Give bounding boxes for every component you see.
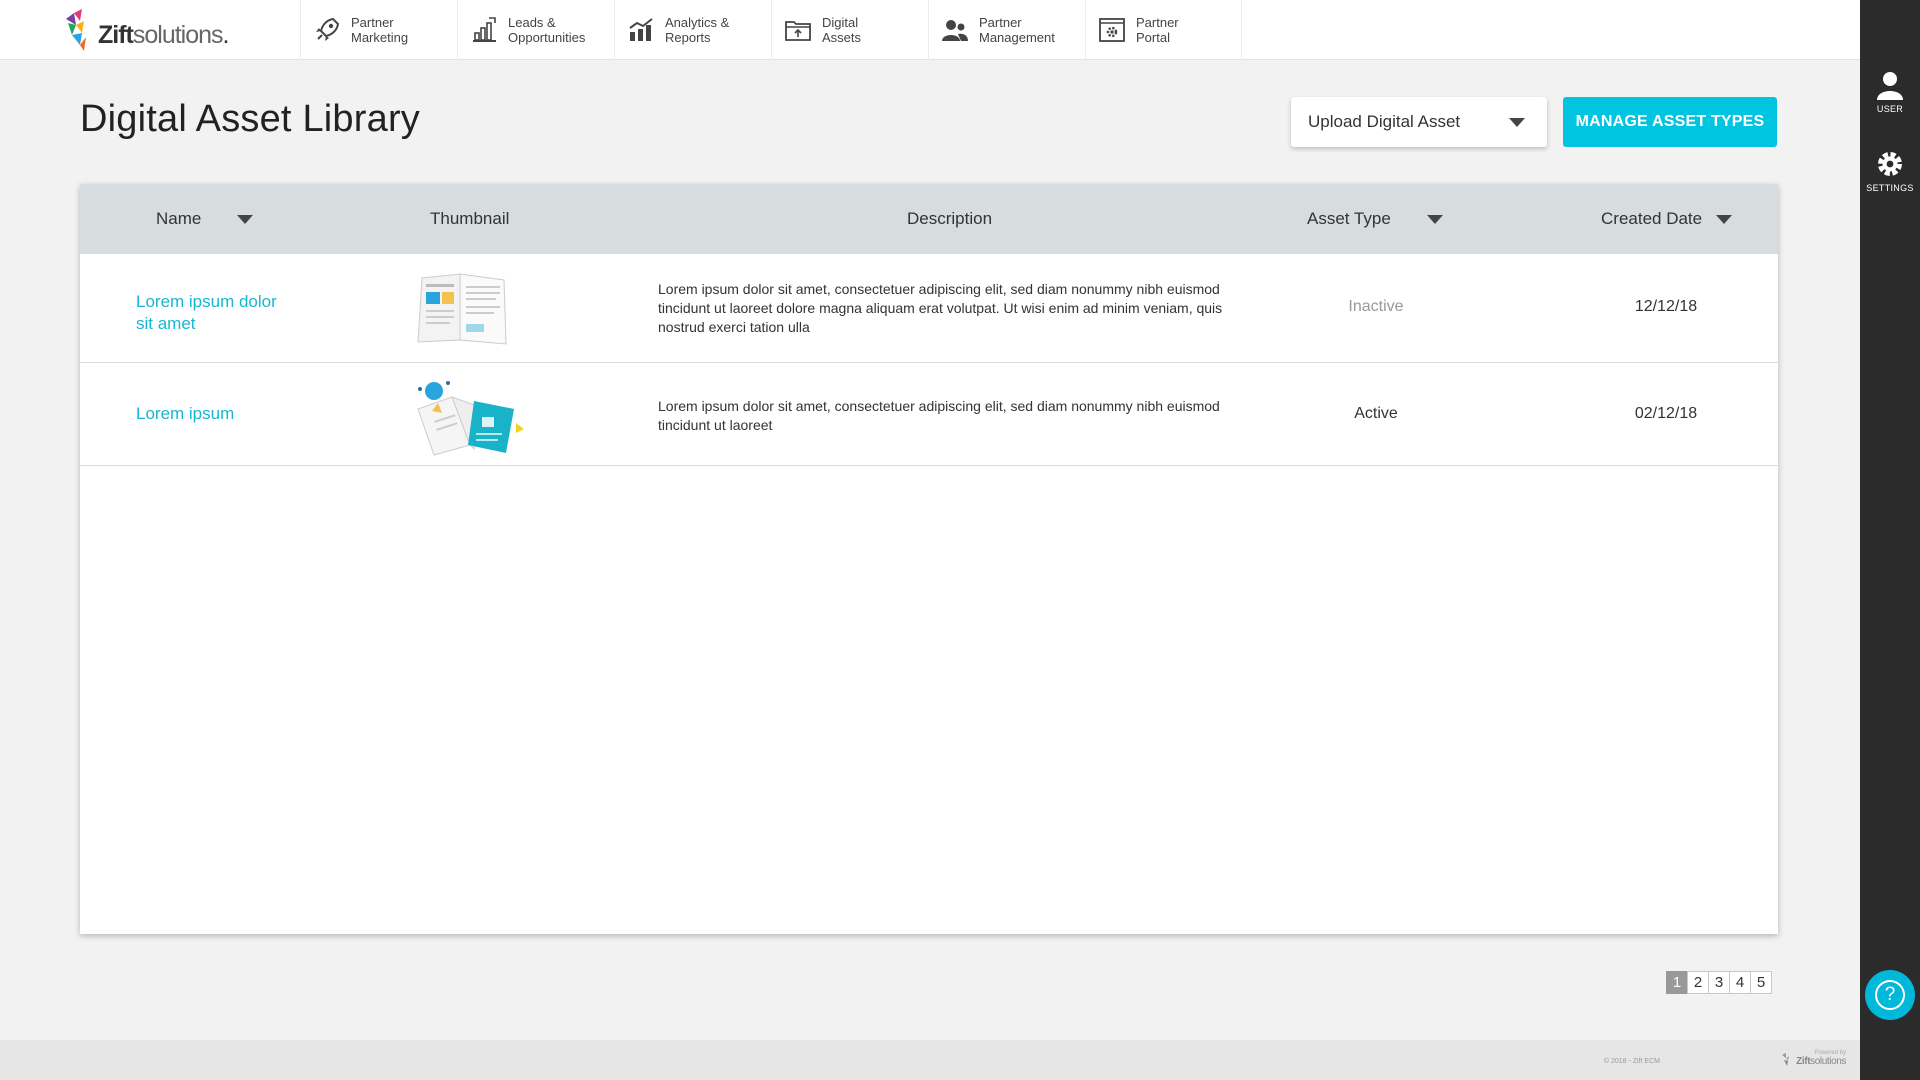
column-header-asset-type[interactable]: Asset Type	[1307, 184, 1443, 254]
sort-created-date-caret-icon[interactable]	[1716, 214, 1733, 224]
nav-label-partner-portal: Partner Portal	[1136, 15, 1179, 45]
column-header-name-label: Name	[156, 209, 202, 228]
page-button-2[interactable]: 2	[1687, 971, 1709, 994]
column-header-created-date-label: Created Date	[1601, 209, 1703, 228]
powered-wordmark-bold: Zift	[1796, 1056, 1811, 1067]
settings-label: SETTINGS	[1866, 183, 1914, 193]
powered-wordmark-light: solutions	[1810, 1056, 1846, 1067]
sort-asset-type-caret-icon[interactable]	[1426, 214, 1443, 224]
manage-asset-types-button[interactable]: MANAGE ASSET TYPES	[1563, 97, 1777, 147]
page-button-1[interactable]: 1	[1666, 971, 1688, 994]
page-title: Digital Asset Library	[80, 98, 421, 140]
asset-description: Lorem ipsum dolor sit amet, consectetuer…	[658, 398, 1220, 433]
logo-wordmark: Ziftsolutions.	[98, 21, 229, 50]
nav-analytics-reports[interactable]: Analytics & Reports	[614, 0, 771, 60]
right-rail: USER SETTINGS ?	[1860, 0, 1920, 1080]
upload-digital-asset-dropdown[interactable]: Upload Digital Asset	[1291, 97, 1547, 147]
footer: © 2018 - Zift ECM Powered by Ziftsolutio…	[0, 1040, 1860, 1080]
copyright-text: © 2018 - Zift ECM	[1603, 1058, 1660, 1065]
chevron-down-icon	[1509, 117, 1525, 127]
people-icon	[942, 20, 968, 41]
settings-button[interactable]: SETTINGS	[1860, 149, 1920, 193]
column-header-asset-type-label: Asset Type	[1307, 209, 1391, 228]
analytics-chart-icon	[629, 18, 653, 41]
asset-type-status: Active	[1354, 405, 1398, 422]
folder-upload-icon	[785, 21, 811, 41]
logo-text-dot: .	[222, 20, 230, 49]
asset-table: Name Thumbnail Description Asset Type Cr…	[80, 184, 1778, 934]
column-header-created-date[interactable]: Created Date	[1601, 184, 1733, 254]
ziftsolutions-logo[interactable]: Ziftsolutions.	[0, 0, 300, 60]
help-question-icon: ?	[1875, 980, 1905, 1010]
table-header: Name Thumbnail Description Asset Type Cr…	[80, 184, 1778, 254]
page-button-5[interactable]: 5	[1750, 971, 1772, 994]
table-row: Lorem ipsum dolor sit amet Lorem ipsum d…	[80, 254, 1778, 363]
brochure-thumbnail[interactable]	[412, 270, 512, 346]
top-nav-bar: Ziftsolutions. Partner Marketing Leads &…	[0, 0, 1860, 60]
nav-label-partner-management: Partner Management	[979, 15, 1055, 45]
nav-label-leads-opportunities: Leads & Opportunities	[508, 15, 586, 45]
nav-leads-opportunities[interactable]: Leads & Opportunities	[457, 0, 614, 60]
pagination: 1 2 3 4 5	[1666, 971, 1772, 994]
user-label: USER	[1876, 104, 1904, 114]
rocket-icon	[316, 17, 340, 41]
nav-partner-management[interactable]: Partner Management	[928, 0, 1085, 60]
column-header-description: Description	[907, 184, 992, 254]
nav-label-analytics-reports: Analytics & Reports	[665, 15, 730, 45]
booklet-thumbnail[interactable]	[412, 377, 530, 457]
asset-created-date: 12/12/18	[1634, 298, 1698, 315]
column-header-thumbnail: Thumbnail	[430, 184, 509, 254]
user-icon	[1877, 72, 1903, 100]
page-button-4[interactable]: 4	[1729, 971, 1751, 994]
help-button[interactable]: ?	[1865, 970, 1915, 1020]
asset-name-link[interactable]: Lorem ipsum dolor sit amet	[136, 291, 296, 335]
asset-description: Lorem ipsum dolor sit amet, consectetuer…	[658, 281, 1223, 335]
user-menu-button[interactable]: USER	[1860, 70, 1920, 114]
upload-dropdown-label: Upload Digital Asset	[1308, 112, 1461, 131]
asset-name-link[interactable]: Lorem ipsum	[136, 403, 296, 425]
nav-label-digital-assets: Digital Assets	[822, 15, 862, 45]
powered-by-logo: Powered by Ziftsolutions	[1781, 1050, 1846, 1067]
sort-name-caret-icon[interactable]	[237, 214, 254, 224]
logo-mark-icon	[66, 9, 86, 51]
logo-text-light: solutions	[132, 20, 224, 49]
logo-text-bold: Zift	[98, 20, 134, 49]
page-button-3[interactable]: 3	[1708, 971, 1730, 994]
gear-icon	[1878, 152, 1902, 176]
nav-digital-assets[interactable]: Digital Assets	[771, 0, 928, 60]
portal-gear-icon	[1099, 18, 1125, 42]
asset-created-date: 02/12/18	[1634, 405, 1698, 422]
column-header-name[interactable]: Name	[156, 184, 254, 254]
column-header-thumbnail-label: Thumbnail	[430, 209, 510, 228]
nav-partner-portal[interactable]: Partner Portal	[1085, 0, 1242, 60]
nav-partner-marketing[interactable]: Partner Marketing	[300, 0, 457, 60]
powered-wordmark: Ziftsolutions	[1796, 1056, 1846, 1067]
asset-type-status: Inactive	[1348, 298, 1404, 315]
powered-logo-mark-icon	[1782, 1052, 1790, 1066]
leads-chart-icon	[473, 17, 496, 42]
column-header-description-label: Description	[907, 209, 993, 228]
powered-text: Powered by Ziftsolutions	[1796, 1050, 1846, 1067]
table-row: Lorem ipsum Lorem ipsum dolor sit amet, …	[80, 363, 1778, 466]
nav-label-partner-marketing: Partner Marketing	[351, 15, 409, 45]
